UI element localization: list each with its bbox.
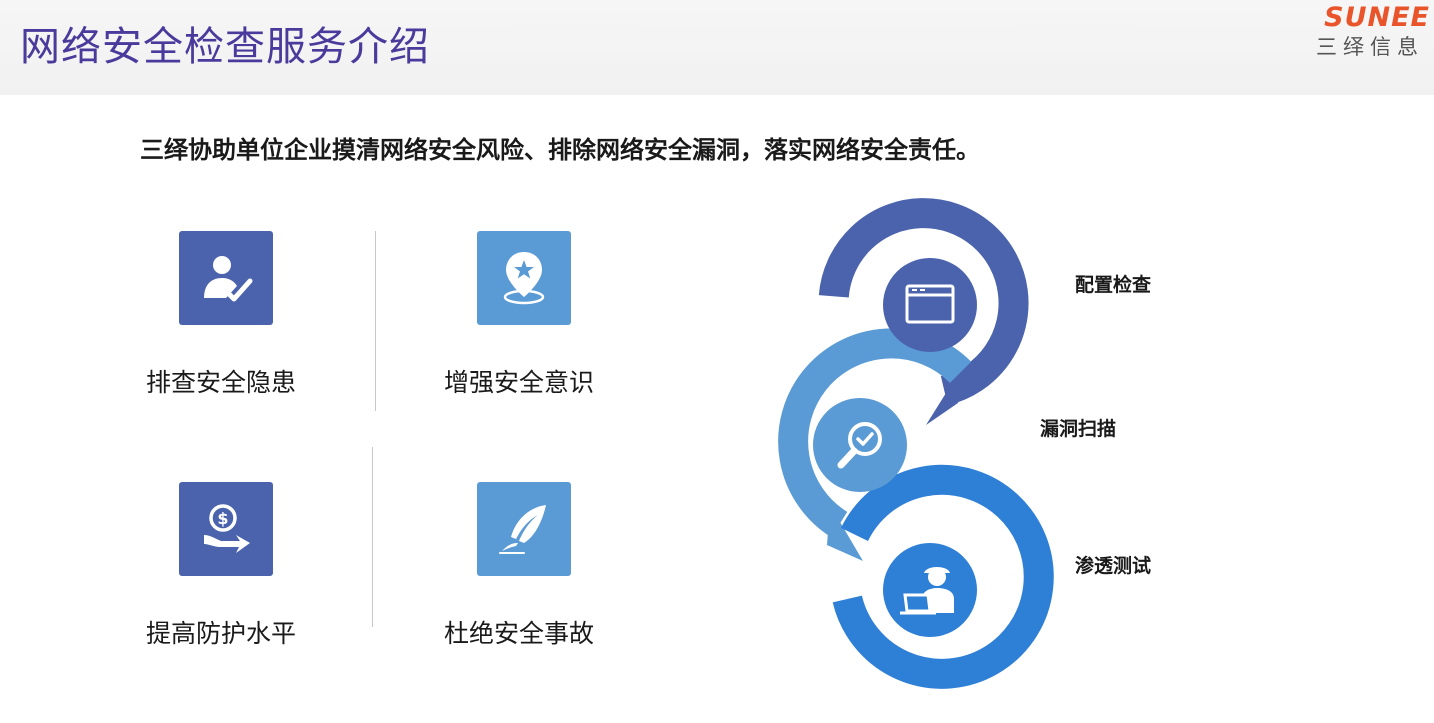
feature-label-1: 排查安全隐患 xyxy=(146,368,297,397)
divider-top xyxy=(375,231,376,411)
feature-label-3: 提高防护水平 xyxy=(146,619,297,648)
svg-text:$: $ xyxy=(217,509,228,528)
page-title: 网络安全检查服务介绍 xyxy=(20,24,430,70)
magnifier-check-icon xyxy=(813,398,907,492)
feather-pen-icon xyxy=(477,482,571,576)
divider-bottom xyxy=(372,447,373,627)
user-check-icon xyxy=(179,231,273,325)
step-label-pentest: 渗透测试 xyxy=(1075,555,1152,577)
step-label-config-check: 配置检查 xyxy=(1075,274,1152,296)
feature-label-4: 杜绝安全事故 xyxy=(444,619,595,648)
browser-window-icon xyxy=(883,258,977,352)
process-cycle-diagram xyxy=(778,198,1054,689)
logo-text-cn: 三绎信息 xyxy=(1316,35,1424,59)
header-bar: 网络安全检查服务介绍 SUNEE 三绎信息 xyxy=(0,0,1434,95)
logo-text-en: SUNEE xyxy=(1324,2,1430,33)
location-star-icon xyxy=(477,231,571,325)
step-label-vuln-scan: 漏洞扫描 xyxy=(1040,418,1117,440)
company-logo: SUNEE 三绎信息 xyxy=(1296,2,1430,62)
subtitle: 三绎协助单位企业摸清网络安全风险、排除网络安全漏洞，落实网络安全责任。 xyxy=(140,135,980,164)
money-hand-icon: $ xyxy=(179,482,273,576)
feature-label-2: 增强安全意识 xyxy=(444,368,595,397)
